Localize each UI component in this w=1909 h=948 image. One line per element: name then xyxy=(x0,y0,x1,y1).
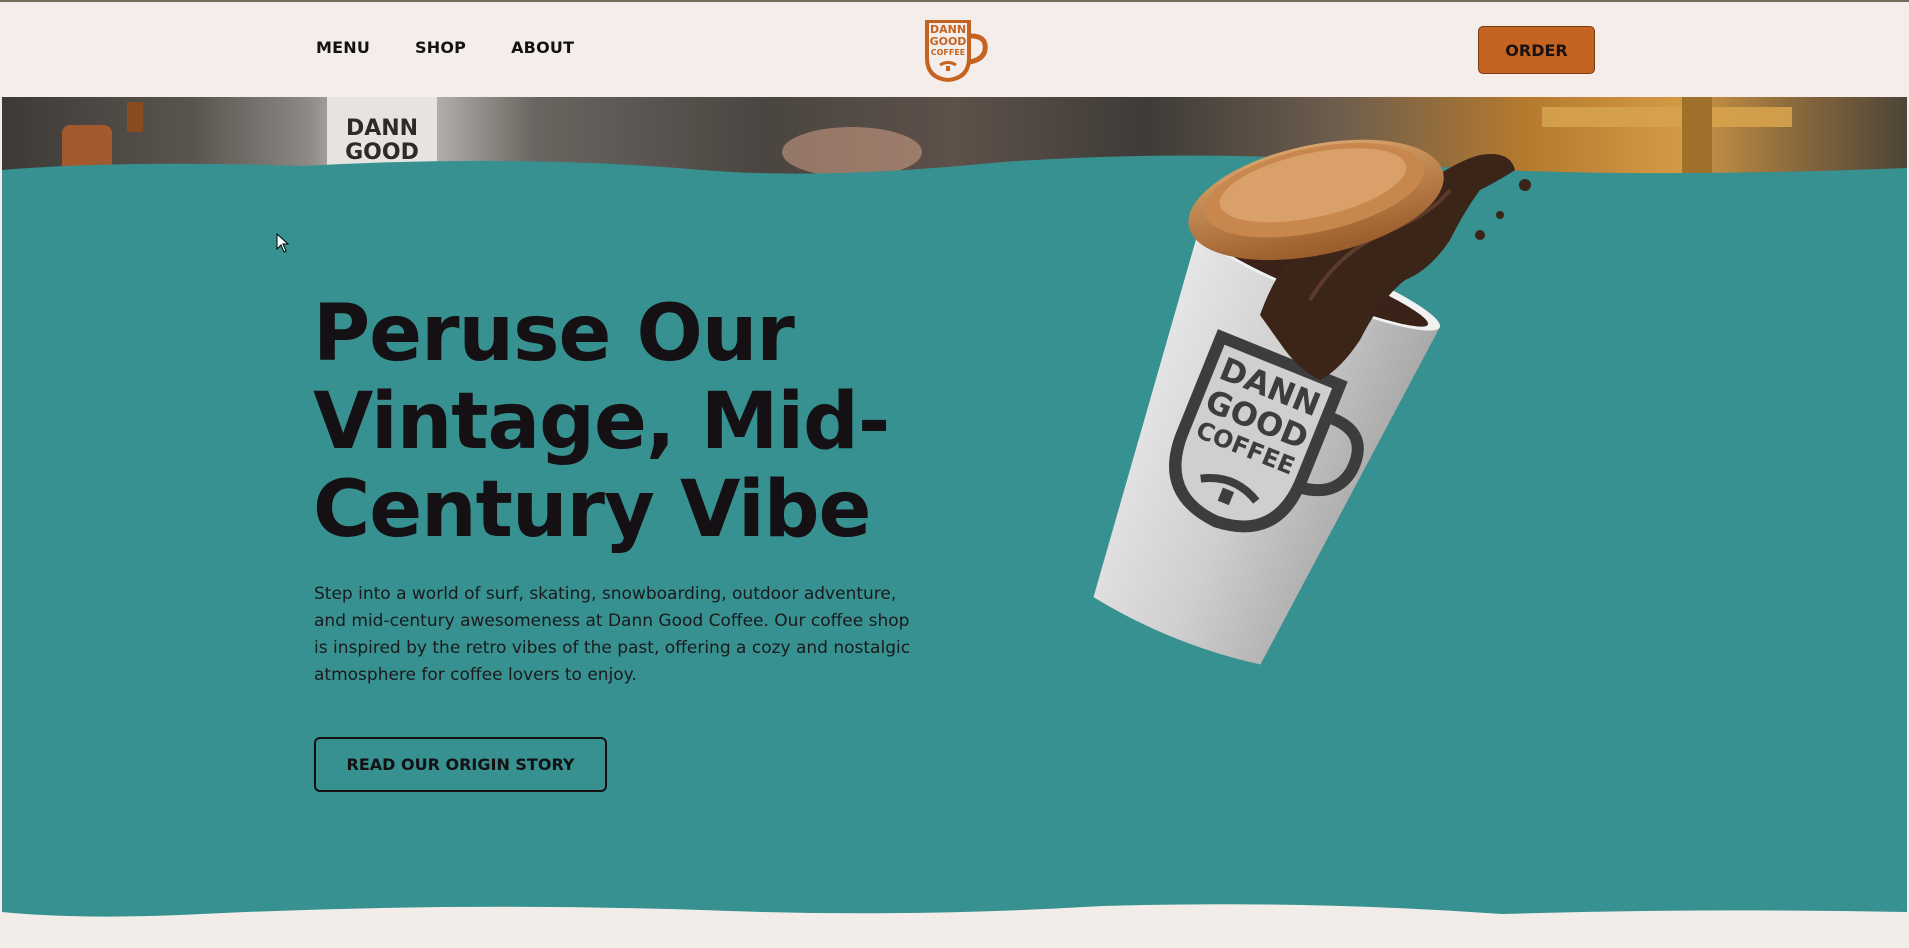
origin-story-button[interactable]: READ OUR ORIGIN STORY xyxy=(314,737,607,792)
hero-background xyxy=(2,155,1907,917)
hero-bottom-edge xyxy=(0,940,1909,948)
mug-logo-icon[interactable]: DANN GOOD COFFEE xyxy=(921,18,989,84)
nav-shop-link[interactable]: SHOP xyxy=(415,38,466,57)
nav-about-link[interactable]: ABOUT xyxy=(511,38,574,57)
hero-intro-text: Step into a world of surf, skating, snow… xyxy=(314,584,911,685)
main-nav: MENU SHOP ABOUT xyxy=(316,38,574,57)
page: MENU SHOP ABOUT DANN GOOD COFFEE ORDER D… xyxy=(0,0,1909,948)
coffee-cup-illustration: DANN GOOD COFFEE xyxy=(1093,139,1531,665)
svg-text:DANN: DANN xyxy=(346,116,418,141)
logo-word-2: GOOD xyxy=(930,35,967,48)
site-header: MENU SHOP ABOUT DANN GOOD COFFEE ORDER xyxy=(0,0,1909,97)
arrow-cursor-icon xyxy=(276,233,290,253)
nav-menu-link[interactable]: MENU xyxy=(316,38,370,57)
hero-headline: Peruse Our Vintage, Mid-Century Vibe xyxy=(313,289,890,555)
logo-word-3: COFFEE xyxy=(931,48,966,57)
order-button[interactable]: ORDER xyxy=(1478,26,1595,74)
